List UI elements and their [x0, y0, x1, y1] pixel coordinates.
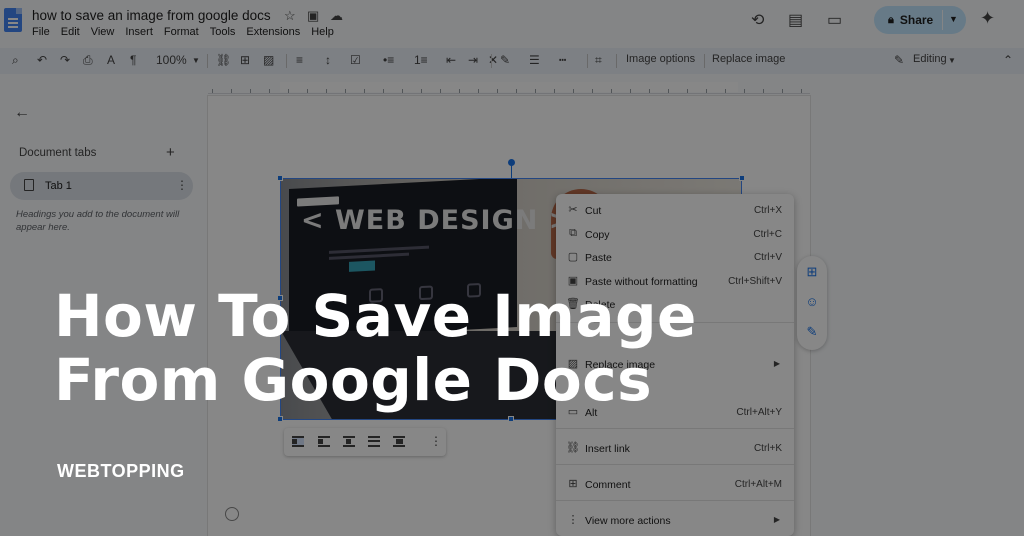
headline: How To Save Image From Google Docs	[54, 284, 954, 412]
brand-name: WEBTOPPING	[57, 461, 185, 481]
headline-line-2: From Google Docs	[54, 346, 653, 414]
headline-line-1: How To Save Image	[54, 282, 697, 350]
dark-overlay	[0, 0, 1024, 536]
